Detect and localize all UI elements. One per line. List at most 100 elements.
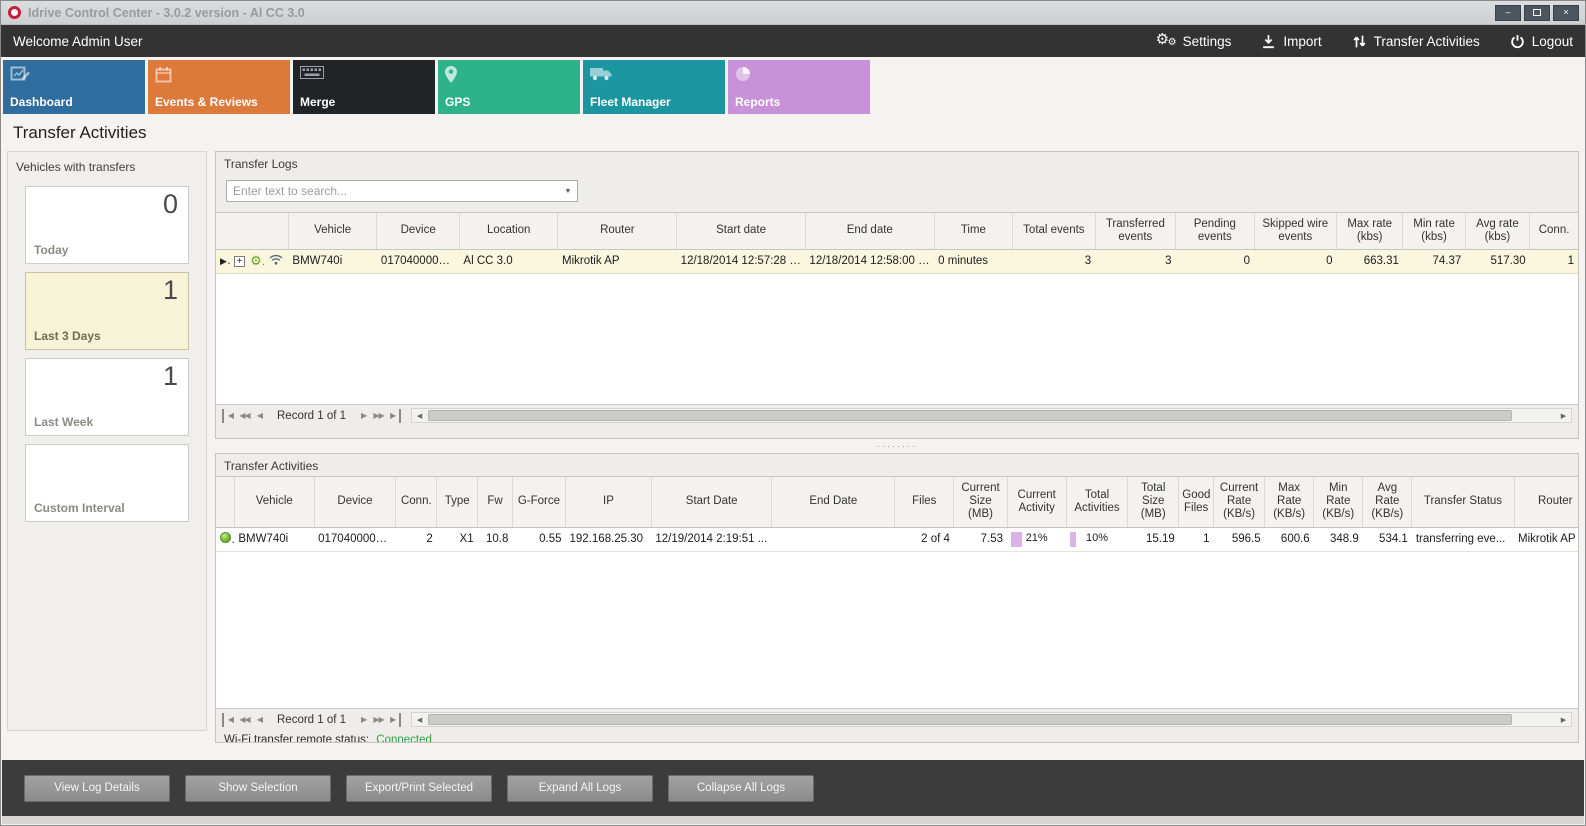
card-last-3-days[interactable]: 1 Last 3 Days (25, 272, 189, 350)
pager-fast-forward-button[interactable]: ▶▶ (371, 713, 386, 727)
ta-col-g-force[interactable]: G-Force (512, 477, 565, 527)
ta-col-device[interactable]: Device (314, 477, 396, 527)
col-end-date[interactable]: End date (805, 213, 934, 249)
ta-cell-fw: 10.8 (478, 527, 513, 551)
scroll-right-button[interactable]: ▶ (1556, 409, 1571, 422)
app-window: Idrive Control Center - 3.0.2 version - … (0, 0, 1586, 826)
settings-button[interactable]: ⚙⚙ Settings (1156, 32, 1232, 50)
col-max-rate[interactable]: Max rate (kbs) (1337, 213, 1403, 249)
expand-all-logs-button[interactable]: Expand All Logs (507, 775, 653, 802)
col-skipped-wire-events[interactable]: Skipped wire events (1254, 213, 1336, 249)
scroll-right-button[interactable]: ▶ (1556, 713, 1571, 726)
card-today[interactable]: 0 Today (25, 186, 189, 264)
total-activities-progressbar: 10% (1070, 532, 1123, 547)
col-min-rate[interactable]: Min rate (kbs) (1403, 213, 1465, 249)
transfer-activity-row[interactable]: BMW740i 017040000038 2 X1 10.8 0.55 192.… (216, 527, 1578, 551)
col-location[interactable]: Location (459, 213, 558, 249)
keyboard-icon (300, 66, 324, 82)
logout-button[interactable]: Logout (1510, 34, 1573, 49)
ta-col-total-activities[interactable]: Total Activities (1066, 477, 1127, 527)
dropdown-arrow-icon[interactable]: ▼ (559, 181, 577, 201)
transfer-activities-label: Transfer Activities (1374, 34, 1480, 49)
ta-col-ip[interactable]: IP (566, 477, 652, 527)
ta-col-end-date[interactable]: End Date (772, 477, 895, 527)
tab-gps[interactable]: GPS (438, 60, 580, 114)
scroll-left-button[interactable]: ◀ (412, 713, 427, 726)
scrollbar-thumb[interactable] (428, 714, 1512, 725)
transfer-log-row[interactable]: ▶ + ⚙ BMW740i 017040000038 Al CC 3.0 Mik… (216, 249, 1578, 273)
progress-text: 10% (1070, 532, 1123, 544)
card-custom-interval[interactable]: Custom Interval (25, 444, 189, 522)
row-gear-icon[interactable]: ⚙ (246, 249, 264, 273)
splitter-handle[interactable]: ········ (215, 439, 1579, 453)
search-input[interactable] (227, 181, 559, 201)
cell-device: 017040000038 (377, 249, 459, 273)
col-conn[interactable]: Conn. (1530, 213, 1578, 249)
pager-last-button[interactable]: ▶ (386, 713, 401, 727)
ta-col-min-rate[interactable]: Min Rate (KB/s) (1314, 477, 1363, 527)
collapse-all-logs-button[interactable]: Collapse All Logs (668, 775, 814, 802)
scrollbar-track[interactable] (427, 409, 1556, 422)
cell-router: Mikrotik AP (558, 249, 677, 273)
tab-fleet-manager[interactable]: Fleet Manager (583, 60, 725, 114)
col-start-date[interactable]: Start date (677, 213, 806, 249)
col-vehicle[interactable]: Vehicle (288, 213, 377, 249)
scrollbar-thumb[interactable] (428, 410, 1512, 421)
pager-next-button[interactable]: ▶ (356, 713, 371, 727)
maximize-button[interactable] (1524, 5, 1550, 21)
tab-dashboard[interactable]: Dashboard (3, 60, 145, 114)
col-pending-events[interactable]: Pending events (1176, 213, 1254, 249)
col-icons (216, 213, 288, 249)
pager-next-button[interactable]: ▶ (356, 409, 371, 423)
ta-col-router[interactable]: Router (1514, 477, 1578, 527)
col-device[interactable]: Device (377, 213, 459, 249)
ta-col-type[interactable]: Type (437, 477, 478, 527)
tab-events-reviews[interactable]: Events & Reviews (148, 60, 290, 114)
cell-time: 0 minutes (934, 249, 1012, 273)
pager-fast-forward-button[interactable]: ▶▶ (371, 409, 386, 423)
ta-cell-current-activity: 21% (1007, 527, 1066, 551)
ta-col-max-rate[interactable]: Max Rate (KB/s) (1265, 477, 1314, 527)
ta-col-good-files[interactable]: Good Files (1179, 477, 1214, 527)
tab-reports[interactable]: Reports (728, 60, 870, 114)
pager-first-button[interactable]: ◀ (222, 409, 237, 423)
pager-prev-button[interactable]: ◀ (252, 713, 267, 727)
tab-merge[interactable]: Merge (293, 60, 435, 114)
ta-col-vehicle[interactable]: Vehicle (234, 477, 314, 527)
col-router[interactable]: Router (558, 213, 677, 249)
show-selection-button[interactable]: Show Selection (185, 775, 331, 802)
minimize-button[interactable]: – (1495, 5, 1521, 21)
ta-col-current-rate[interactable]: Current Rate (KB/s) (1214, 477, 1265, 527)
scroll-left-button[interactable]: ◀ (412, 409, 427, 422)
pager-prev-button[interactable]: ◀ (252, 409, 267, 423)
logout-label: Logout (1532, 34, 1573, 49)
pager-fast-back-button[interactable]: ◀◀ (237, 713, 252, 727)
ta-col-current-activity[interactable]: Current Activity (1007, 477, 1066, 527)
transfer-activities-button[interactable]: Transfer Activities (1352, 34, 1480, 49)
import-button[interactable]: Import (1261, 34, 1321, 49)
ta-col-avg-rate[interactable]: Avg Rate (KB/s) (1363, 477, 1412, 527)
maximize-icon (1533, 9, 1541, 16)
col-transferred-events[interactable]: Transferred events (1095, 213, 1175, 249)
col-time[interactable]: Time (934, 213, 1012, 249)
pager-first-button[interactable]: ◀ (222, 713, 237, 727)
ta-col-files[interactable]: Files (895, 477, 954, 527)
ta-col-fw[interactable]: Fw (478, 477, 513, 527)
close-button[interactable]: × (1553, 5, 1579, 21)
card-last-week[interactable]: 1 Last Week (25, 358, 189, 436)
ta-cell-good-files: 1 (1179, 527, 1214, 551)
view-log-details-button[interactable]: View Log Details (24, 775, 170, 802)
expand-row-button[interactable]: + (230, 249, 246, 273)
col-total-events[interactable]: Total events (1013, 213, 1095, 249)
pager-fast-back-button[interactable]: ◀◀ (237, 409, 252, 423)
ta-cell-device: 017040000038 (314, 527, 396, 551)
ta-col-transfer-status[interactable]: Transfer Status (1412, 477, 1514, 527)
export-print-selected-button[interactable]: Export/Print Selected (346, 775, 492, 802)
pager-last-button[interactable]: ▶ (386, 409, 401, 423)
ta-col-start-date[interactable]: Start Date (651, 477, 772, 527)
ta-col-current-size[interactable]: Current Size (MB) (954, 477, 1007, 527)
ta-col-conn[interactable]: Conn. (396, 477, 437, 527)
ta-col-total-size[interactable]: Total Size (MB) (1128, 477, 1179, 527)
scrollbar-track[interactable] (427, 713, 1556, 726)
col-avg-rate[interactable]: Avg rate (kbs) (1465, 213, 1529, 249)
